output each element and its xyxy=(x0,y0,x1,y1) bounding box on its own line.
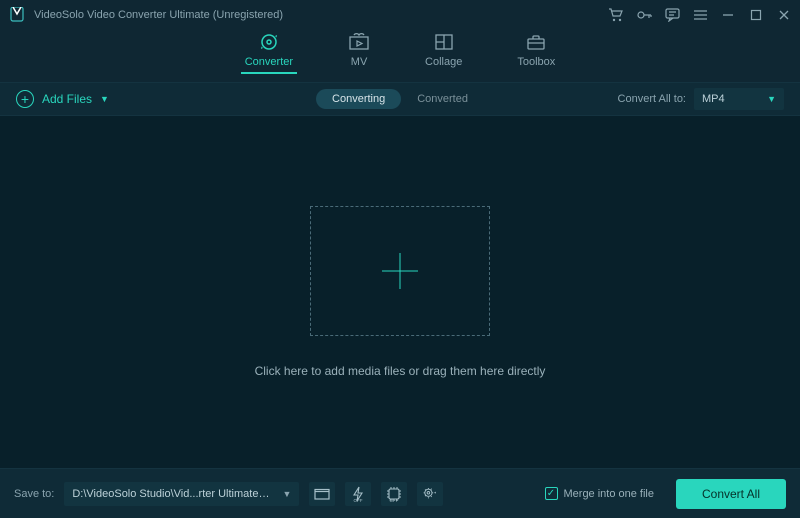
titlebar-controls xyxy=(608,7,792,23)
add-files-label: Add Files xyxy=(42,92,92,106)
toolbox-icon xyxy=(525,32,547,52)
tab-label: Converter xyxy=(245,56,293,68)
convert-all-button[interactable]: Convert All xyxy=(676,479,786,509)
tab-label: MV xyxy=(351,56,368,68)
tab-converting[interactable]: Converting xyxy=(316,89,401,109)
merge-label: Merge into one file xyxy=(564,488,655,500)
tab-converter[interactable]: Converter xyxy=(245,32,293,74)
titlebar: VideoSolo Video Converter Ultimate (Unre… xyxy=(0,0,800,30)
tab-converted[interactable]: Converted xyxy=(401,89,484,109)
save-path-value: D:\VideoSolo Studio\Vid...rter Ultimate\… xyxy=(72,488,272,500)
svg-text:OFF: OFF xyxy=(354,498,363,502)
plus-icon xyxy=(380,251,420,291)
format-selected-value: MP4 xyxy=(702,93,725,105)
tab-mv[interactable]: MV xyxy=(348,32,370,74)
open-folder-button[interactable] xyxy=(309,482,335,506)
chevron-down-icon: ▼ xyxy=(767,94,776,104)
format-select[interactable]: MP4 ▼ xyxy=(694,88,784,110)
minimize-button[interactable] xyxy=(720,7,736,23)
save-to-label: Save to: xyxy=(14,488,54,500)
tab-label: Toolbox xyxy=(517,56,555,68)
svg-text:OFF: OFF xyxy=(390,498,399,502)
mv-icon xyxy=(348,32,370,52)
app-title: VideoSolo Video Converter Ultimate (Unre… xyxy=(34,9,283,21)
converter-icon xyxy=(258,32,280,52)
main-tabs: Converter MV Collage Toolbox xyxy=(0,30,800,82)
tab-collage[interactable]: Collage xyxy=(425,32,462,74)
workspace: Click here to add media files or drag th… xyxy=(0,116,800,468)
feedback-icon[interactable] xyxy=(664,7,680,23)
convert-all-to: Convert All to: MP4 ▼ xyxy=(618,88,784,110)
convert-all-to-label: Convert All to: xyxy=(618,93,686,105)
bottom-bar: Save to: D:\VideoSolo Studio\Vid...rter … xyxy=(0,468,800,518)
merge-checkbox[interactable]: ✓ Merge into one file xyxy=(545,487,655,500)
drop-zone-text: Click here to add media files or drag th… xyxy=(255,364,546,378)
app-logo-icon xyxy=(8,5,26,25)
maximize-button[interactable] xyxy=(748,7,764,23)
drop-zone[interactable] xyxy=(310,206,490,336)
chevron-down-icon: ▼ xyxy=(282,489,291,499)
status-tabs: Converting Converted xyxy=(316,89,484,109)
close-button[interactable] xyxy=(776,7,792,23)
tab-toolbox[interactable]: Toolbox xyxy=(517,32,555,74)
collage-icon xyxy=(433,32,455,52)
save-path-select[interactable]: D:\VideoSolo Studio\Vid...rter Ultimate\… xyxy=(64,482,299,506)
chevron-down-icon: ▼ xyxy=(100,94,109,104)
menu-icon[interactable] xyxy=(692,7,708,23)
settings-button[interactable] xyxy=(417,482,443,506)
sub-toolbar: + Add Files ▼ Converting Converted Conve… xyxy=(0,82,800,116)
checkbox-checked-icon: ✓ xyxy=(545,487,558,500)
cart-icon[interactable] xyxy=(608,7,624,23)
add-files-button[interactable]: + Add Files ▼ xyxy=(16,90,109,108)
high-speed-button[interactable]: OFF xyxy=(345,482,371,506)
key-icon[interactable] xyxy=(636,7,652,23)
tab-label: Collage xyxy=(425,56,462,68)
plus-circle-icon: + xyxy=(16,90,34,108)
gpu-accel-button[interactable]: OFF xyxy=(381,482,407,506)
